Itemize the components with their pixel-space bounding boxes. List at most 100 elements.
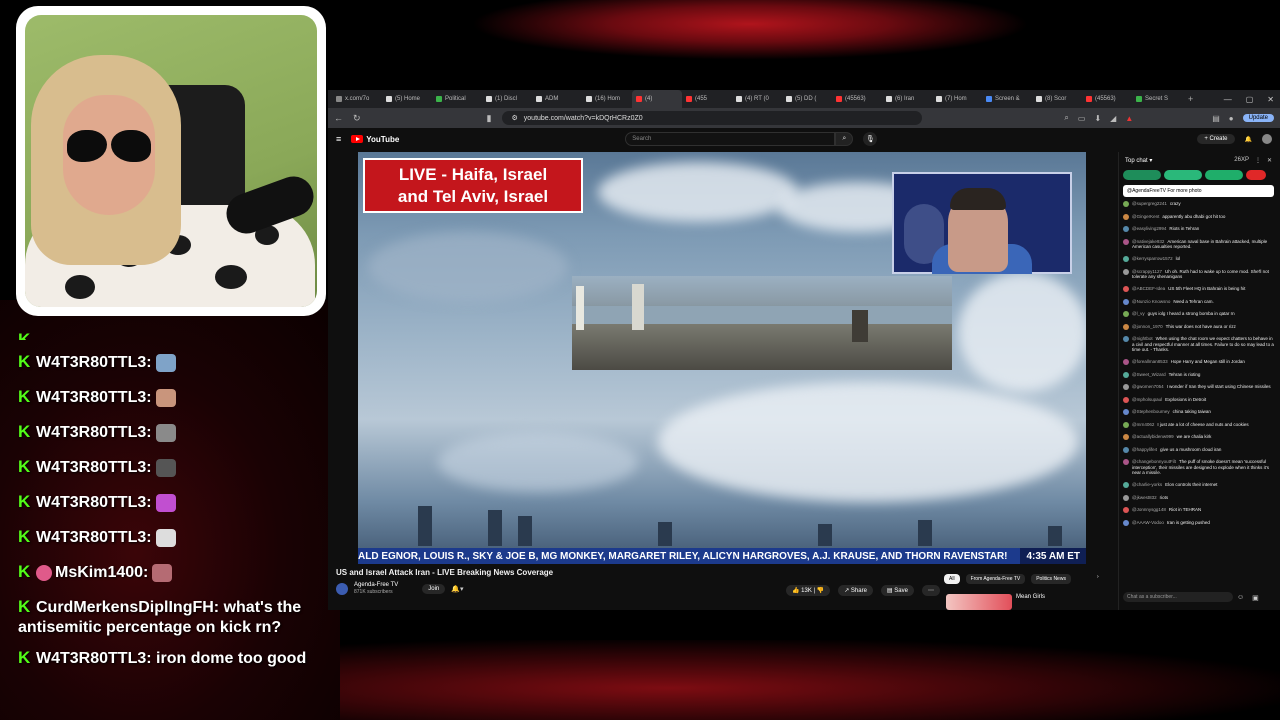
minimize-icon[interactable]: — <box>1224 95 1232 104</box>
browser-tab[interactable]: (6) Iran <box>882 90 932 108</box>
browser-tab[interactable]: Political <box>432 90 482 108</box>
chat-author[interactable]: @Stephenbourney <box>1132 409 1170 414</box>
chat-author[interactable]: @Jonnnysgg148 <box>1132 507 1166 512</box>
cast-icon[interactable]: ▭ <box>1078 114 1086 123</box>
search-page-icon[interactable]: ⌕ <box>1064 113 1068 123</box>
search-icon[interactable]: ⌕ <box>835 132 854 146</box>
chat-author[interactable]: @actuallybidenw999 <box>1132 434 1174 439</box>
avatar[interactable] <box>1123 434 1129 440</box>
chat-author[interactable]: @happylife4 <box>1132 447 1157 452</box>
avatar[interactable] <box>1123 256 1129 262</box>
channel-avatar[interactable] <box>336 583 348 595</box>
new-tab-button[interactable]: + <box>1188 94 1193 104</box>
reload-icon[interactable]: ↻ <box>353 113 361 124</box>
search-input[interactable]: Search <box>625 132 836 146</box>
update-button[interactable]: Update <box>1242 114 1274 122</box>
site-info-icon[interactable]: ⚙ <box>512 114 518 122</box>
avatar[interactable] <box>1123 409 1129 415</box>
notifications-icon[interactable]: 🔔 <box>1245 136 1252 143</box>
pill-3[interactable] <box>1205 170 1243 180</box>
youtube-logo[interactable]: YouTube <box>351 135 399 144</box>
browser-tab[interactable]: (5) DD ( <box>782 90 832 108</box>
chat-author[interactable]: @foreallman8533 <box>1132 359 1168 364</box>
browser-tab[interactable]: (8) Scor <box>1032 90 1082 108</box>
browser-tab[interactable]: x.com/7o <box>332 90 382 108</box>
browser-tab[interactable]: (7) Hom <box>932 90 982 108</box>
avatar[interactable] <box>1123 421 1129 428</box>
chat-author[interactable]: @gwomen7054 <box>1132 384 1164 389</box>
mic-icon[interactable]: 🎙 <box>863 132 878 146</box>
browser-tab[interactable]: (45563) <box>1082 90 1132 108</box>
back-icon[interactable]: ← <box>334 113 343 123</box>
chat-author[interactable]: @ABCDEF-Idea <box>1132 286 1165 291</box>
avatar[interactable] <box>1123 336 1129 342</box>
chat-input[interactable]: Chat as a subscriber... <box>1123 592 1233 602</box>
rec-tab-channel[interactable]: From Agenda-Free TV <box>965 574 1026 584</box>
menu-icon[interactable]: ≡ <box>336 134 341 144</box>
chat-author[interactable]: @mpholsupaul <box>1132 397 1162 402</box>
avatar[interactable] <box>1123 359 1129 365</box>
chat-author[interactable]: @scrappy1127 <box>1132 269 1162 274</box>
more-icon[interactable]: ⋮ <box>1255 157 1261 164</box>
avatar[interactable] <box>1123 459 1129 465</box>
pinned-message[interactable]: @AgendaFreeTV For more photo <box>1123 185 1274 197</box>
top-chat-dropdown[interactable]: Top chat ▾ <box>1125 157 1152 164</box>
super-chat-icon[interactable]: ▣ <box>1252 594 1259 602</box>
chat-author[interactable]: @changebonnyoutFilt <box>1132 459 1176 464</box>
more-icon[interactable]: ⋯ <box>921 585 940 596</box>
chat-author[interactable]: @nativejake932 <box>1132 239 1164 244</box>
recommended-title[interactable]: Mean Girls <box>1016 594 1045 600</box>
avatar[interactable] <box>1123 213 1129 220</box>
avatar[interactable] <box>1123 323 1129 330</box>
pill-4[interactable] <box>1246 170 1266 180</box>
chat-author[interactable]: @AAAW-Vodoo <box>1132 520 1164 525</box>
browser-tab[interactable]: Secret S <box>1132 90 1182 108</box>
avatar[interactable] <box>1123 201 1129 207</box>
join-button[interactable]: Join <box>422 584 446 594</box>
browser-tab[interactable]: (45563) <box>832 90 882 108</box>
rec-tab-all[interactable]: All <box>944 574 960 584</box>
pill-2[interactable] <box>1164 170 1202 180</box>
avatar[interactable] <box>1123 446 1129 453</box>
browser-tab[interactable]: (5) Home <box>382 90 432 108</box>
like-button[interactable]: 👍 13K | 👎 <box>786 585 831 596</box>
avatar[interactable] <box>1123 298 1129 305</box>
chat-author[interactable]: @mrn4062 <box>1132 422 1154 427</box>
close-chat-icon[interactable]: ✕ <box>1267 157 1272 164</box>
avatar[interactable] <box>1262 134 1272 144</box>
chat-author[interactable]: @supergreg2241 <box>1132 201 1167 206</box>
chat-author[interactable]: @GingerKent <box>1132 214 1159 219</box>
avatar[interactable] <box>1123 238 1129 245</box>
reading-list-icon[interactable]: ▤ <box>1212 114 1220 123</box>
share-icon[interactable]: ◢ <box>1110 114 1116 123</box>
avatar[interactable] <box>1123 494 1129 501</box>
chat-author[interactable]: @Sweet_Wizard <box>1132 372 1166 377</box>
avatar[interactable] <box>1123 396 1129 403</box>
install-icon[interactable]: ⬇ <box>1094 114 1101 123</box>
browser-tab[interactable]: Screen & <box>982 90 1032 108</box>
chat-author[interactable]: @jkwest832 <box>1132 495 1157 500</box>
avatar[interactable] <box>1123 519 1129 526</box>
chat-author[interactable]: @l_vy <box>1132 311 1145 316</box>
pill-1[interactable] <box>1123 170 1161 180</box>
share-button[interactable]: ↗ Share <box>838 585 873 596</box>
avatar[interactable] <box>1123 268 1129 275</box>
browser-tab[interactable]: (4) <box>632 90 682 108</box>
url-field[interactable]: ⚙ youtube.com/watch?v=kDQrHCRz0Z0 <box>501 111 922 125</box>
avatar[interactable] <box>1123 371 1129 378</box>
browser-tab[interactable]: ADM <box>532 90 582 108</box>
avatar[interactable] <box>1123 507 1129 513</box>
avatar[interactable] <box>1123 482 1129 488</box>
bookmark-icon[interactable]: ▮ <box>487 113 492 124</box>
browser-tab[interactable]: (455 <box>682 90 732 108</box>
video-player[interactable]: LIVE - Haifa, Israel and Tel Aviv, Israe… <box>358 152 1086 564</box>
recommended-thumbnail[interactable] <box>946 594 1012 610</box>
avatar[interactable] <box>1123 226 1129 232</box>
avatar[interactable] <box>1123 311 1129 317</box>
chat-author[interactable]: @easyliving2994 <box>1132 226 1166 231</box>
emoji-icon[interactable]: ☺ <box>1237 594 1244 602</box>
chevron-right-icon[interactable]: › <box>1097 574 1099 584</box>
chat-author[interactable]: @jonnon_1970 <box>1132 324 1163 329</box>
chat-author[interactable]: @Nunzio Knowsno <box>1132 299 1170 304</box>
browser-tab[interactable]: (16) Hom <box>582 90 632 108</box>
